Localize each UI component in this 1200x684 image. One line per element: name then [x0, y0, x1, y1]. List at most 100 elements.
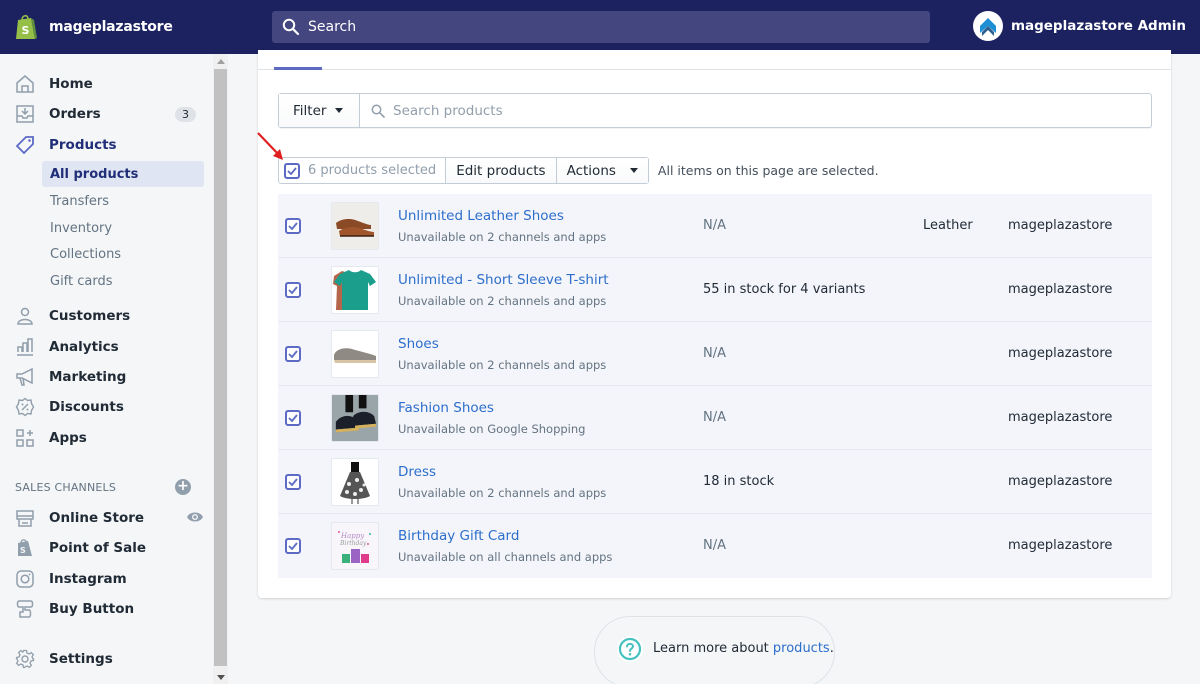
checkmark-icon: [288, 286, 298, 294]
row-checkbox[interactable]: [285, 282, 301, 298]
checkbox-checked[interactable]: [284, 162, 300, 179]
sidebar-item-label: Home: [49, 76, 93, 92]
learn-more-products-link[interactable]: products: [773, 641, 830, 656]
sidebar-subitem-inventory[interactable]: Inventory: [42, 215, 204, 241]
sidebar-item-label: Discounts: [49, 399, 124, 415]
search-placeholder: Search: [308, 19, 357, 35]
row-checkbox[interactable]: [285, 218, 301, 234]
sidebar-item-customers[interactable]: Customers: [14, 303, 204, 329]
product-title-link[interactable]: Fashion Shoes: [398, 400, 494, 416]
account-menu[interactable]: mageplazastore Admin: [972, 11, 1186, 41]
product-inventory: N/A: [703, 218, 726, 233]
product-vendor: mageplazastore: [1008, 410, 1113, 425]
store-brand[interactable]: S mageplazastore: [14, 13, 173, 41]
sidebar-item-label: Settings: [49, 651, 113, 667]
eye-icon[interactable]: [186, 509, 204, 528]
search-products-placeholder: Search products: [393, 102, 503, 119]
edit-products-button[interactable]: Edit products: [446, 158, 557, 183]
sidebar-item-label: Products: [49, 137, 117, 153]
active-tab-indicator[interactable]: [274, 67, 322, 70]
product-thumbnail-tshirt[interactable]: [331, 266, 379, 314]
tag-icon: [14, 134, 36, 156]
global-search-input[interactable]: Search: [272, 11, 930, 43]
table-row[interactable]: Unlimited - Short Sleeve T-shirt Unavail…: [278, 258, 1152, 322]
filter-search-bar: Filter Search products: [278, 93, 1152, 128]
product-title-link[interactable]: Unlimited - Short Sleeve T-shirt: [398, 272, 609, 288]
product-availability: Unavailable on Google Shopping: [398, 422, 586, 436]
home-icon: [14, 73, 36, 95]
sidebar-item-point-of-sale[interactable]: S Point of Sale: [14, 535, 204, 561]
sidebar-item-home[interactable]: Home: [14, 71, 204, 97]
product-thumbnail-leather-shoes[interactable]: [331, 202, 379, 250]
product-title-link[interactable]: Dress: [398, 464, 436, 480]
svg-text:Birthday: Birthday: [339, 540, 367, 547]
sidebar-item-settings[interactable]: Settings: [14, 646, 204, 672]
sidebar-subitem-transfers[interactable]: Transfers: [42, 188, 204, 214]
product-title-link[interactable]: Unlimited Leather Shoes: [398, 208, 564, 224]
annotation-arrow-icon: [257, 132, 283, 160]
sidebar-item-online-store[interactable]: Online Store: [14, 505, 204, 531]
svg-text:S: S: [20, 546, 26, 555]
row-checkbox[interactable]: [285, 538, 301, 554]
sidebar-item-buy-button[interactable]: Buy Button: [14, 596, 204, 622]
sidebar-item-marketing[interactable]: Marketing: [14, 364, 204, 390]
table-row[interactable]: Happy Birthday Birthday Gift Card Unavai…: [278, 514, 1152, 578]
sidebar-item-label: Apps: [49, 430, 87, 446]
product-thumbnail-dress[interactable]: [331, 458, 379, 506]
sidebar-item-instagram[interactable]: Instagram: [14, 566, 204, 592]
scroll-down-arrow-icon[interactable]: [213, 670, 228, 684]
tshirt-image: [333, 270, 376, 310]
product-title-link[interactable]: Shoes: [398, 336, 439, 352]
sidebar-item-label: Analytics: [49, 339, 119, 355]
table-row[interactable]: Dress Unavailable on 2 channels and apps…: [278, 450, 1152, 514]
svg-text:S: S: [22, 24, 30, 37]
sidebar-item-orders[interactable]: Orders 3: [14, 101, 204, 127]
product-thumbnail-fashion-shoes[interactable]: [331, 394, 379, 442]
sidebar-subitem-gift-cards[interactable]: Gift cards: [42, 268, 204, 294]
search-products-input[interactable]: Search products: [360, 94, 1151, 127]
sidebar-scrollbar[interactable]: [213, 54, 228, 684]
customer-icon: [14, 305, 36, 327]
select-all-checkbox[interactable]: 6 products selected: [279, 158, 447, 183]
product-thumbnail-gift-card[interactable]: Happy Birthday: [331, 522, 379, 570]
products-card: Filter Search products 6 products select…: [258, 50, 1171, 598]
sidebar-subitem-all-products[interactable]: All products: [42, 161, 204, 187]
product-thumbnail-shoes[interactable]: [331, 330, 379, 378]
add-sales-channel-button[interactable]: +: [175, 479, 191, 495]
product-inventory: N/A: [703, 538, 726, 553]
sidebar-subitem-collections[interactable]: Collections: [42, 241, 204, 267]
row-checkbox[interactable]: [285, 410, 301, 426]
products-table: Unlimited Leather Shoes Unavailable on 2…: [278, 194, 1152, 578]
search-icon: [282, 18, 300, 36]
buy-button-icon: [14, 598, 36, 620]
scroll-up-arrow-icon[interactable]: [213, 54, 228, 68]
filter-dropdown-button[interactable]: Filter: [279, 94, 360, 127]
product-inventory: 18 in stock: [703, 474, 775, 489]
learn-more-text: Learn more about products.: [653, 641, 834, 656]
row-checkbox[interactable]: [285, 474, 301, 490]
product-title-link[interactable]: Birthday Gift Card: [398, 528, 519, 544]
sidebar-item-label: Marketing: [49, 369, 127, 385]
table-row[interactable]: Fashion Shoes Unavailable on Google Shop…: [278, 386, 1152, 450]
discount-icon: [14, 396, 36, 418]
product-tabs: [258, 50, 1171, 70]
product-vendor: mageplazastore: [1008, 218, 1113, 233]
actions-dropdown-button[interactable]: Actions: [556, 158, 648, 183]
sidebar-item-discounts[interactable]: Discounts: [14, 394, 204, 420]
table-row[interactable]: Shoes Unavailable on 2 channels and apps…: [278, 322, 1152, 386]
sidebar-item-analytics[interactable]: Analytics: [14, 334, 204, 360]
checkmark-icon: [288, 478, 298, 486]
scrollbar-thumb[interactable]: [214, 69, 227, 666]
learn-more-callout: Learn more about products.: [594, 616, 835, 684]
sidebar-item-apps[interactable]: Apps: [14, 425, 204, 451]
dress-image: [340, 462, 370, 504]
product-vendor: mageplazastore: [1008, 282, 1113, 297]
apps-icon: [14, 427, 36, 449]
svg-text:Happy: Happy: [340, 532, 365, 540]
row-checkbox[interactable]: [285, 346, 301, 362]
learn-more-prefix: Learn more about: [653, 641, 773, 656]
checkmark-icon: [288, 222, 298, 230]
sidebar-item-products[interactable]: Products: [14, 132, 204, 158]
table-row[interactable]: Unlimited Leather Shoes Unavailable on 2…: [278, 194, 1152, 258]
sidebar-item-label: Orders: [49, 106, 101, 122]
